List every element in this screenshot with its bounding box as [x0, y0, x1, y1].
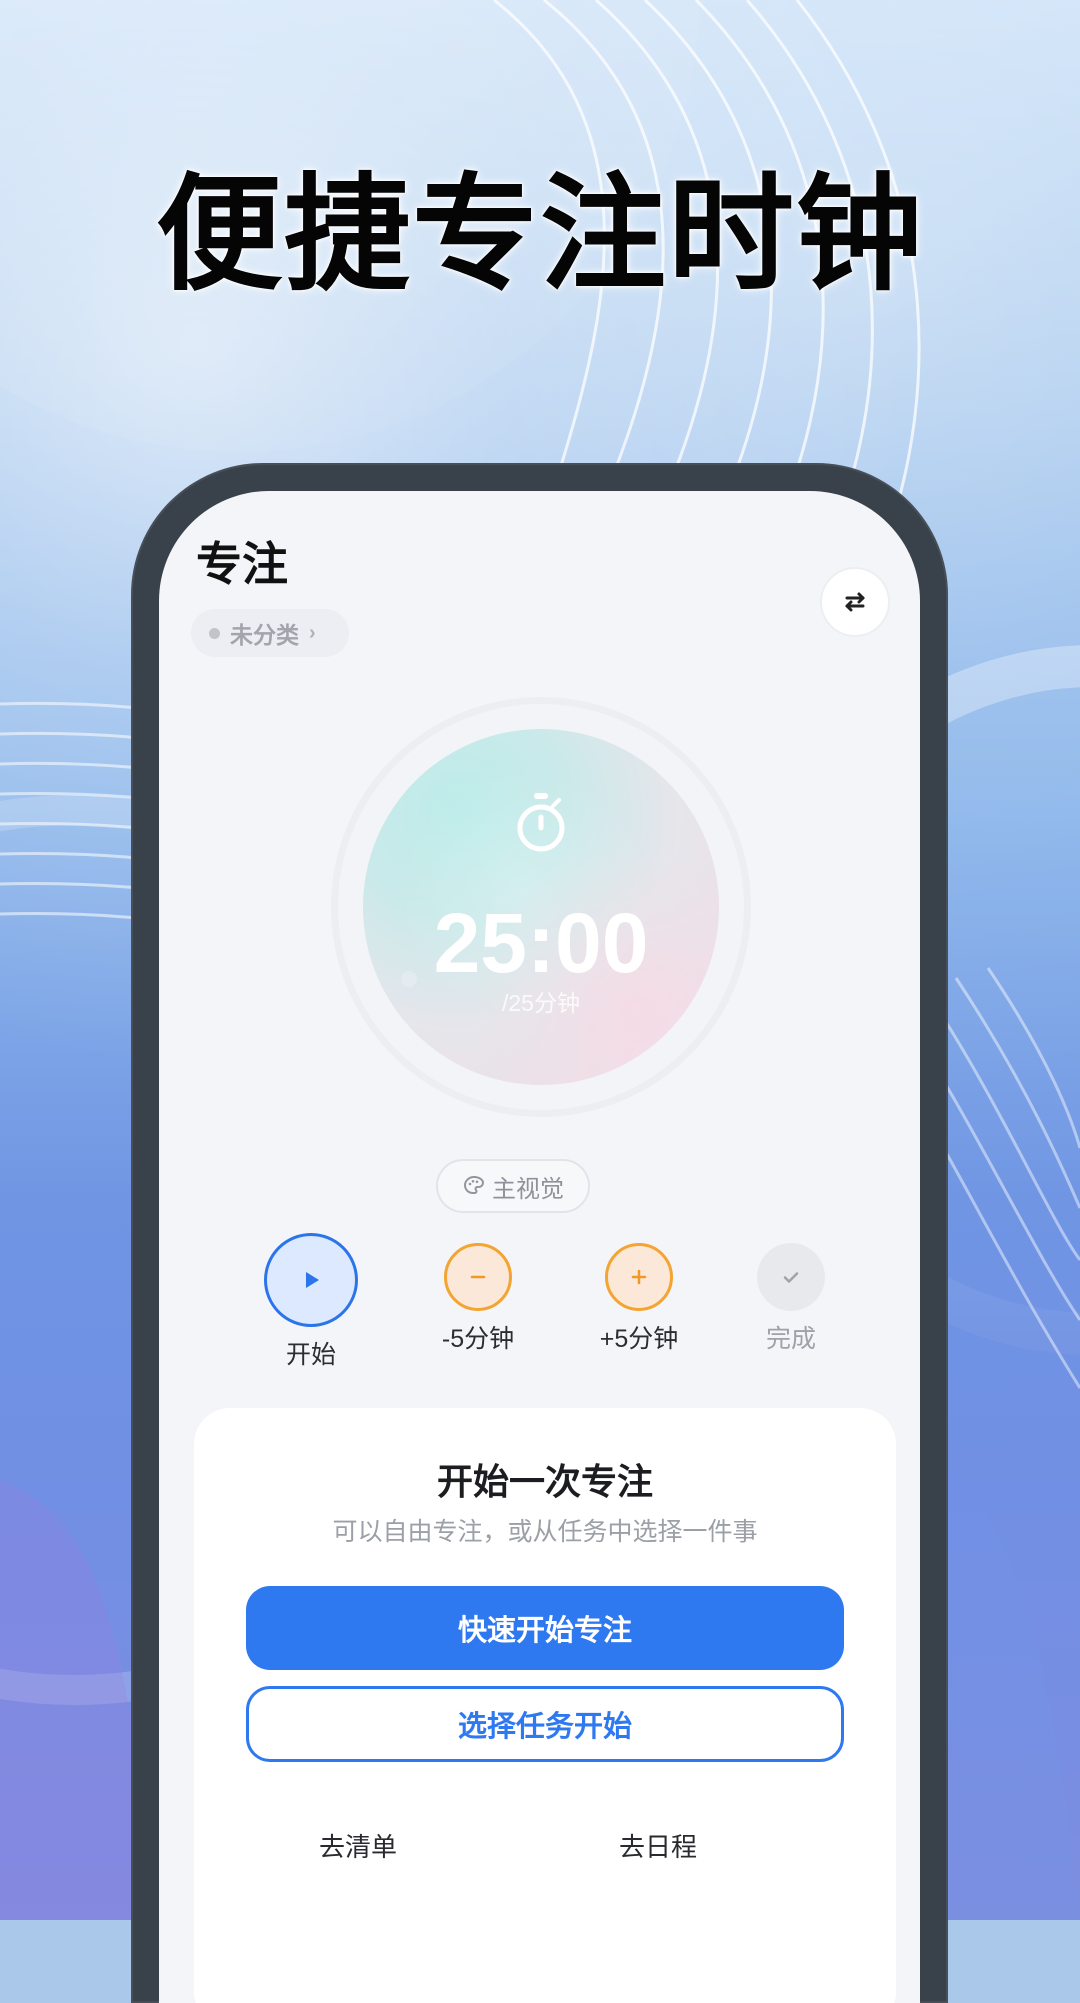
chevron-right-icon: ›: [309, 622, 316, 644]
complete-label: 完成: [765, 1325, 816, 1353]
focus-card-subtitle: 可以自由专注，或从任务中选择一件事: [332, 1518, 758, 1546]
page-title: 专注: [196, 538, 288, 590]
complete-action[interactable]: 完成: [746, 1243, 836, 1352]
focus-start-card: 开始一次专注 可以自由专注，或从任务中选择一件事 快速开始专注 选择任务开始 去…: [194, 1408, 896, 2003]
swap-button[interactable]: [820, 567, 890, 637]
category-dot-icon: [209, 627, 220, 639]
start-label: 开始: [285, 1341, 336, 1369]
go-to-list-link[interactable]: 去清单: [298, 1834, 418, 1860]
minus-icon: [470, 1275, 486, 1279]
plus-five-button[interactable]: [605, 1243, 673, 1311]
play-icon: [306, 1272, 319, 1288]
timer-dial: 25:00 /25分钟: [331, 697, 751, 1117]
start-action[interactable]: 开始: [261, 1233, 361, 1368]
timer-value: 25:00: [433, 896, 649, 990]
complete-button[interactable]: [757, 1243, 825, 1311]
plus-five-action[interactable]: +5分钟: [589, 1243, 689, 1352]
timer-goal: /25分钟: [502, 990, 580, 1016]
check-icon: [783, 1272, 799, 1283]
focus-card-title: 开始一次专注: [436, 1461, 653, 1502]
theme-label: 主视觉: [492, 1175, 564, 1203]
minus-five-button[interactable]: [444, 1243, 512, 1311]
quick-start-focus-button[interactable]: 快速开始专注: [246, 1586, 844, 1670]
category-label: 未分类: [230, 622, 299, 648]
start-button[interactable]: [264, 1233, 358, 1327]
minus-five-label: -5分钟: [441, 1325, 515, 1353]
category-chip[interactable]: 未分类 ›: [191, 609, 349, 657]
stopwatch-icon: [517, 793, 565, 852]
choose-task-button[interactable]: 选择任务开始: [246, 1686, 844, 1762]
plus-icon: [631, 1269, 647, 1285]
timer-bubble: [683, 769, 703, 789]
plus-five-label: +5分钟: [599, 1325, 679, 1353]
headline: 便捷专注时钟: [156, 164, 924, 305]
go-to-schedule-link[interactable]: 去日程: [598, 1834, 718, 1860]
swap-icon: [845, 592, 865, 612]
minus-five-action[interactable]: -5分钟: [428, 1243, 528, 1352]
phone-screen: 专注 未分类 › 25:00 /25分钟 主视觉 开始 -5分钟 +5分钟 完成…: [159, 491, 920, 2003]
phone-frame: 专注 未分类 › 25:00 /25分钟 主视觉 开始 -5分钟 +5分钟 完成…: [131, 463, 948, 2003]
palette-icon: [463, 1175, 485, 1194]
theme-chip[interactable]: 主视觉: [436, 1159, 590, 1213]
timer-face: 25:00 /25分钟: [363, 729, 719, 1085]
